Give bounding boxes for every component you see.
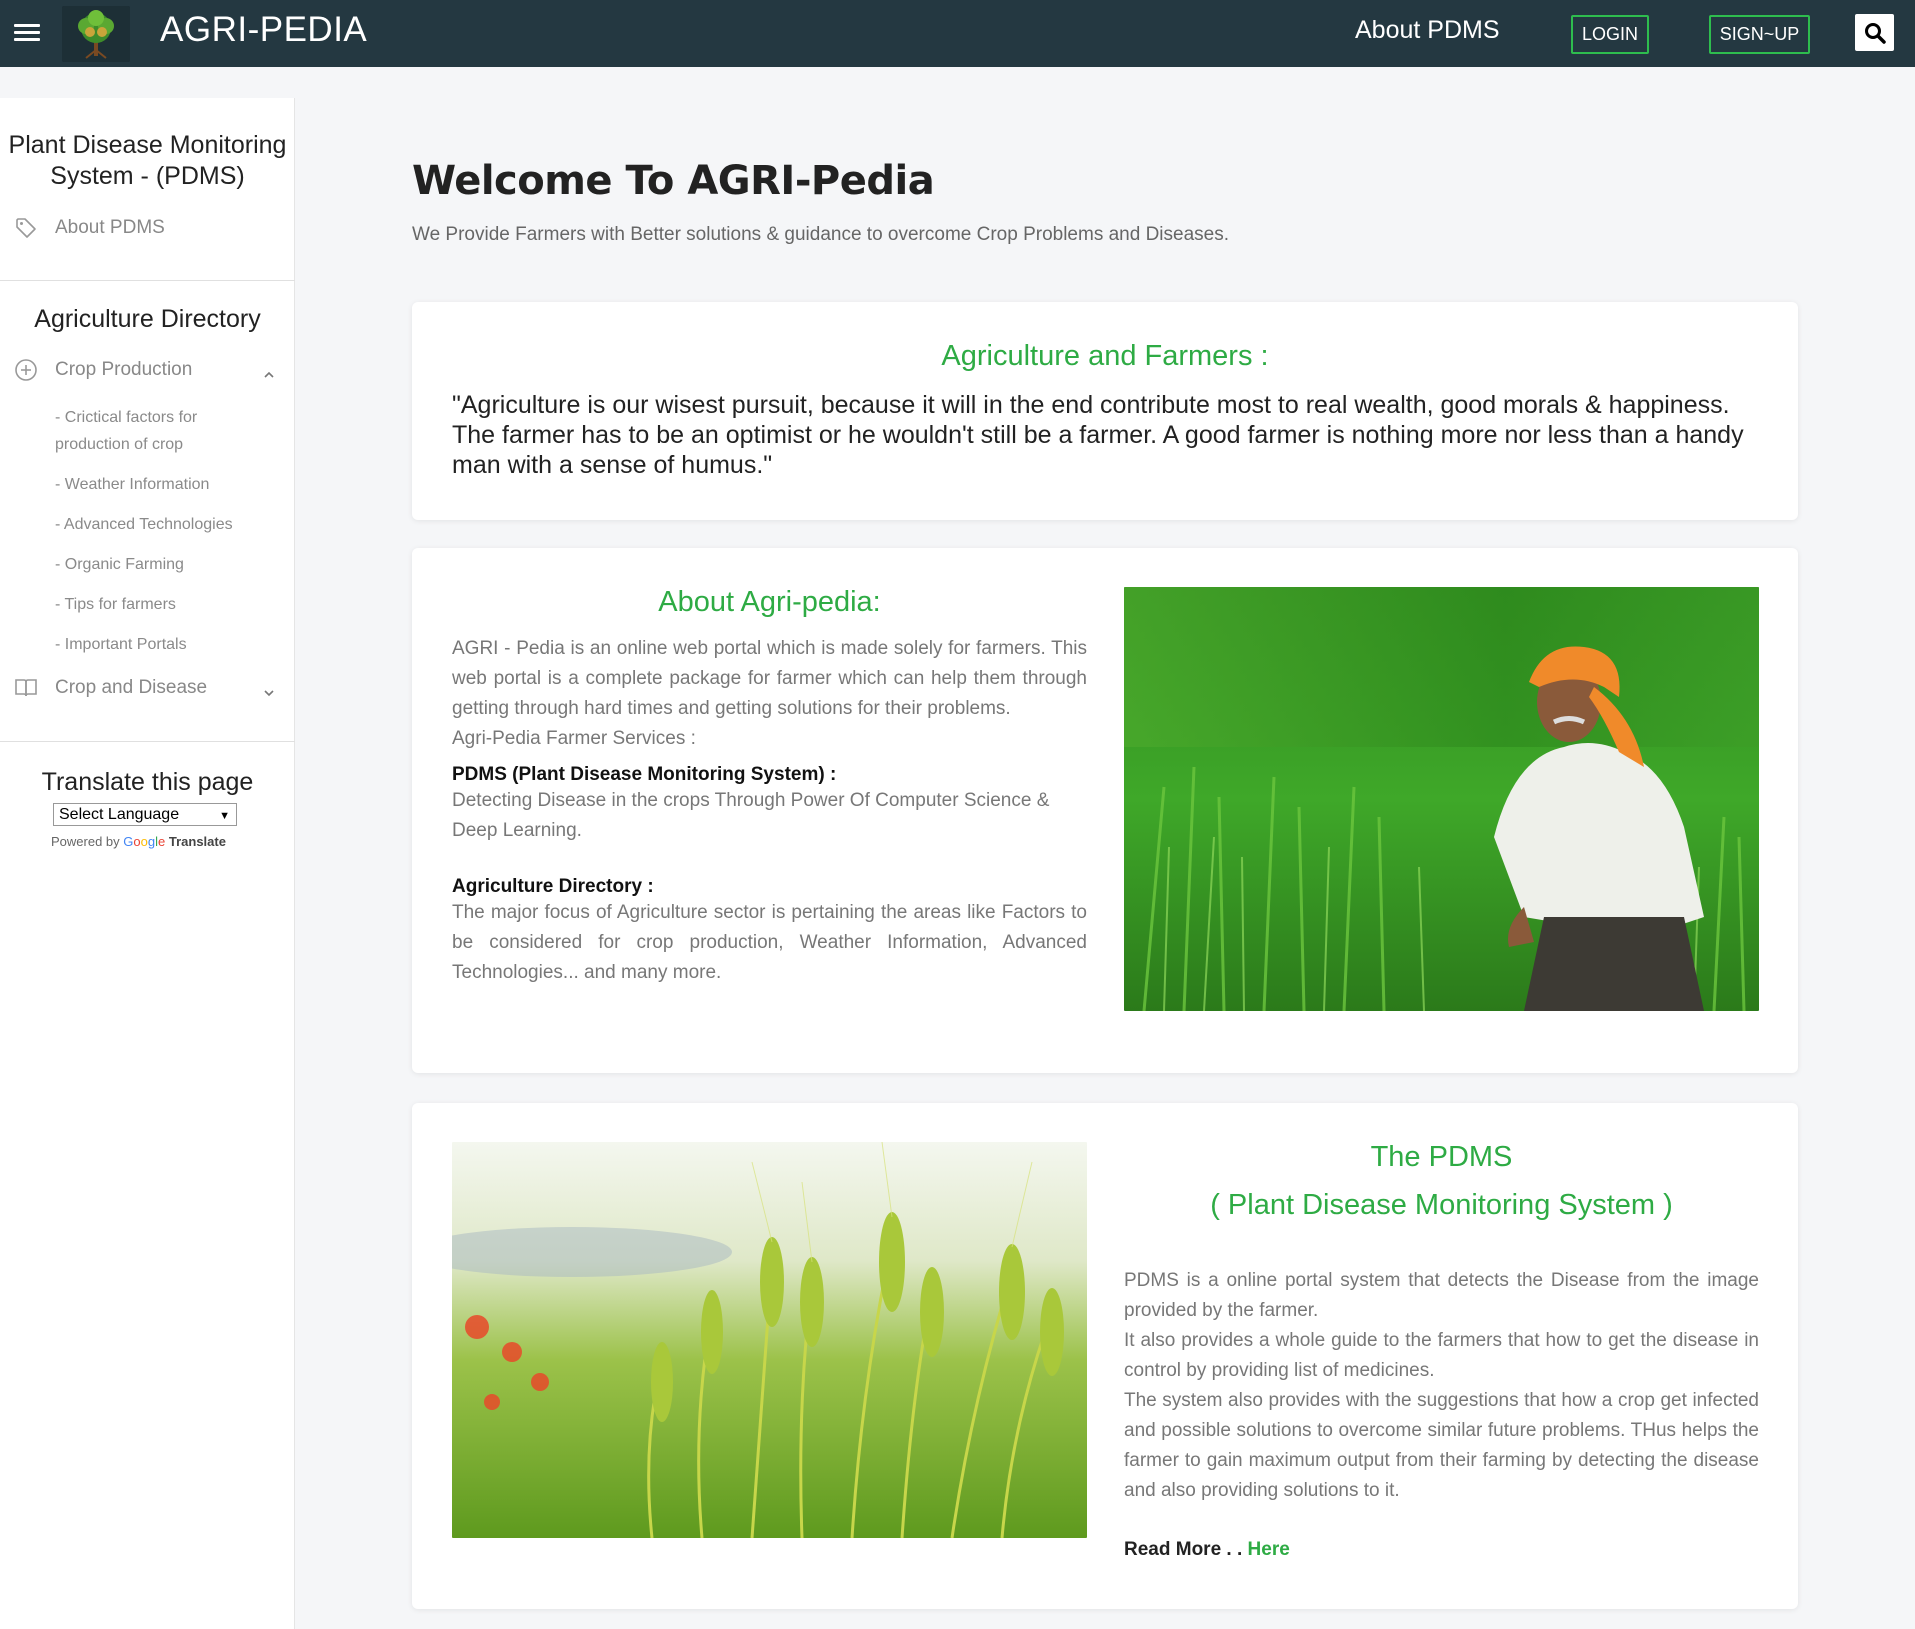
search-button[interactable] [1855,14,1894,51]
language-select[interactable]: Select Language ▼ [53,803,237,826]
quote-text: "Agriculture is our wisest pursuit, beca… [452,391,1744,479]
sidebar-heading-directory: Agriculture Directory [34,305,261,333]
pdms-description: Detecting Disease in the crops Through P… [452,790,1050,841]
sidebar-item-about-pdms[interactable]: About PDMS [14,216,165,240]
read-more-label: Read More . . [1124,1539,1243,1560]
about-paragraph: AGRI - Pedia is an online web portal whi… [452,638,1087,719]
hamburger-menu-icon[interactable] [14,20,40,46]
brand-name[interactable]: AGRI-PEDIA [160,10,367,50]
pdms-subheading: PDMS (Plant Disease Monitoring System) : [452,764,837,785]
language-select-value: Select Language [59,806,180,823]
about-card: About Agri-pedia: AGRI - Pedia is an onl… [412,548,1798,1073]
quote-card: Agriculture and Farmers : "Agriculture i… [412,302,1798,520]
services-label: Agri-Pedia Farmer Services : [452,728,696,749]
powered-by-label: Powered by [51,834,120,849]
read-more-here-link[interactable]: Here [1248,1539,1290,1560]
pdms-paragraph-1: PDMS is a online portal system that dete… [1124,1270,1759,1321]
brand-logo[interactable] [62,6,130,62]
sidebar-divider [0,280,295,281]
directory-subheading: Agriculture Directory : [452,876,654,897]
sidebar-divider [0,741,295,742]
sidebar-subitem-advanced-tech[interactable]: - Advanced Technologies [55,511,255,538]
pdms-card-subheading: ( Plant Disease Monitoring System ) [1210,1189,1673,1221]
about-card-body: AGRI - Pedia is an online web portal whi… [452,634,1087,988]
pdms-card: The PDMS ( Plant Disease Monitoring Syst… [412,1103,1798,1609]
read-more: Read More . . Here [1124,1539,1759,1561]
pdms-paragraph-2: It also provides a whole guide to the fa… [1124,1330,1759,1381]
sidebar-subitem-weather[interactable]: - Weather Information [55,471,255,498]
pdms-card-body: PDMS is a online portal system that dete… [1124,1266,1759,1561]
search-icon [1864,22,1886,44]
sidebar-subitem-critical-factors[interactable]: - Crictical factors for production of cr… [55,404,255,458]
sidebar-item-label: Crop and Disease [55,677,208,698]
wheat-field-image [452,1142,1087,1538]
sidebar-item-label: About PDMS [55,217,165,238]
sidebar-item-crop-disease[interactable]: Crop and Disease [14,676,207,700]
login-button[interactable]: LOGIN [1571,15,1649,54]
sidebar-title: Plant Disease Monitoring System - (PDMS) [8,131,287,190]
powered-by-google: Powered by Google Translate [51,834,226,849]
pdms-card-heading: The PDMS [1370,1141,1513,1173]
about-card-heading: About Agri-pedia: [658,586,881,618]
farmer-in-field-image [1124,587,1759,1011]
directory-description: The major focus of Agriculture sector is… [452,902,1087,983]
signup-button[interactable]: SIGN~UP [1709,15,1810,54]
dropdown-arrow-icon: ▼ [219,810,230,822]
translate-link[interactable]: Translate [169,834,226,849]
sidebar-subitem-organic-farming[interactable]: - Organic Farming [55,551,255,578]
translate-title: Translate this page [41,768,254,796]
sidebar-item-crop-production[interactable]: Crop Production [14,358,192,382]
chevron-up-icon[interactable] [262,368,276,382]
sidebar-item-label: Crop Production [55,359,193,380]
sidebar-subitem-portals[interactable]: - Important Portals [55,631,255,658]
top-navbar: AGRI-PEDIA About PDMS LOGIN SIGN~UP [0,0,1915,67]
google-logo[interactable]: Google [123,834,165,849]
page-subtitle: We Provide Farmers with Better solutions… [412,224,1230,245]
nav-about-pdms-link[interactable]: About PDMS [1355,16,1500,45]
page-title: Welcome To AGRI-Pedia [412,158,935,204]
sidebar: Plant Disease Monitoring System - (PDMS)… [0,98,295,1629]
sidebar-subitem-tips[interactable]: - Tips for farmers [55,591,255,618]
plus-circle-icon [14,358,38,382]
quote-card-heading: Agriculture and Farmers : [941,340,1269,372]
book-open-icon [14,676,38,700]
pdms-paragraph-3: The system also provides with the sugges… [1124,1390,1759,1501]
chevron-down-icon[interactable] [262,686,276,700]
tag-icon [14,216,38,240]
